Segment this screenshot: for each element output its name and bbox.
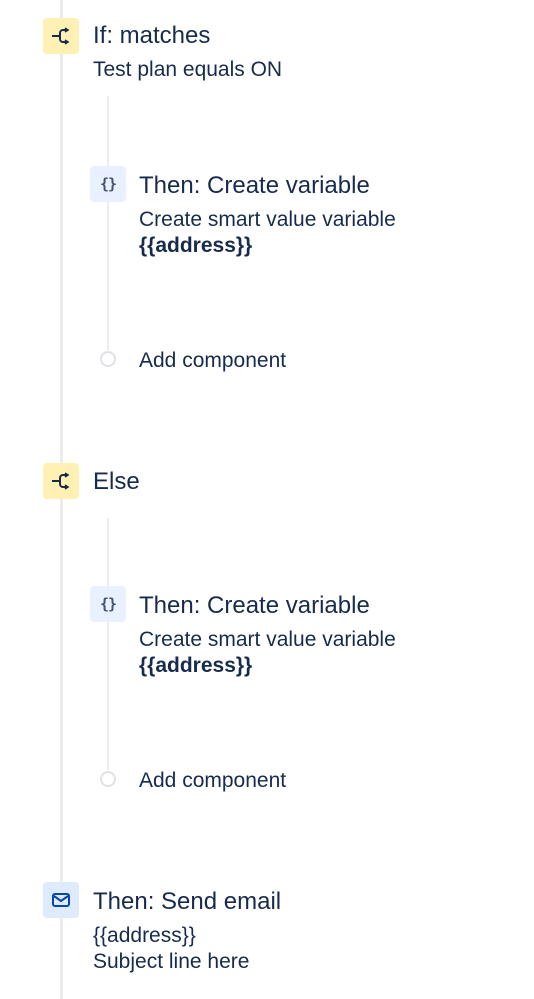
step-description: Create smart value variable [139,628,396,651]
add-component-button[interactable]: Add component [139,348,286,374]
step-description: Test plan equals ON [93,58,283,81]
braces-icon: {} [90,586,126,622]
email-subject: Subject line here [93,950,250,973]
branch-icon [43,18,79,54]
branch-icon [43,463,79,499]
branch-rail-else [107,518,109,770]
step-title: If: matches [93,22,211,49]
braces-icon: {} [90,166,126,202]
email-recipient: {{address}} [93,924,196,947]
step-title: Then: Send email [93,888,282,915]
step-title: Then: Create variable [139,172,370,199]
step-title: Else [93,468,140,495]
branch-rail-if [107,96,109,350]
variable-name: {{address}} [139,234,253,257]
mail-icon [43,882,79,918]
add-component-button[interactable]: Add component [139,768,286,794]
step-description: Create smart value variable [139,208,396,231]
variable-name: {{address}} [139,654,253,677]
add-component-node[interactable] [100,771,116,787]
flow-rail [60,0,63,999]
step-title: Then: Create variable [139,592,370,619]
add-component-node[interactable] [100,351,116,367]
